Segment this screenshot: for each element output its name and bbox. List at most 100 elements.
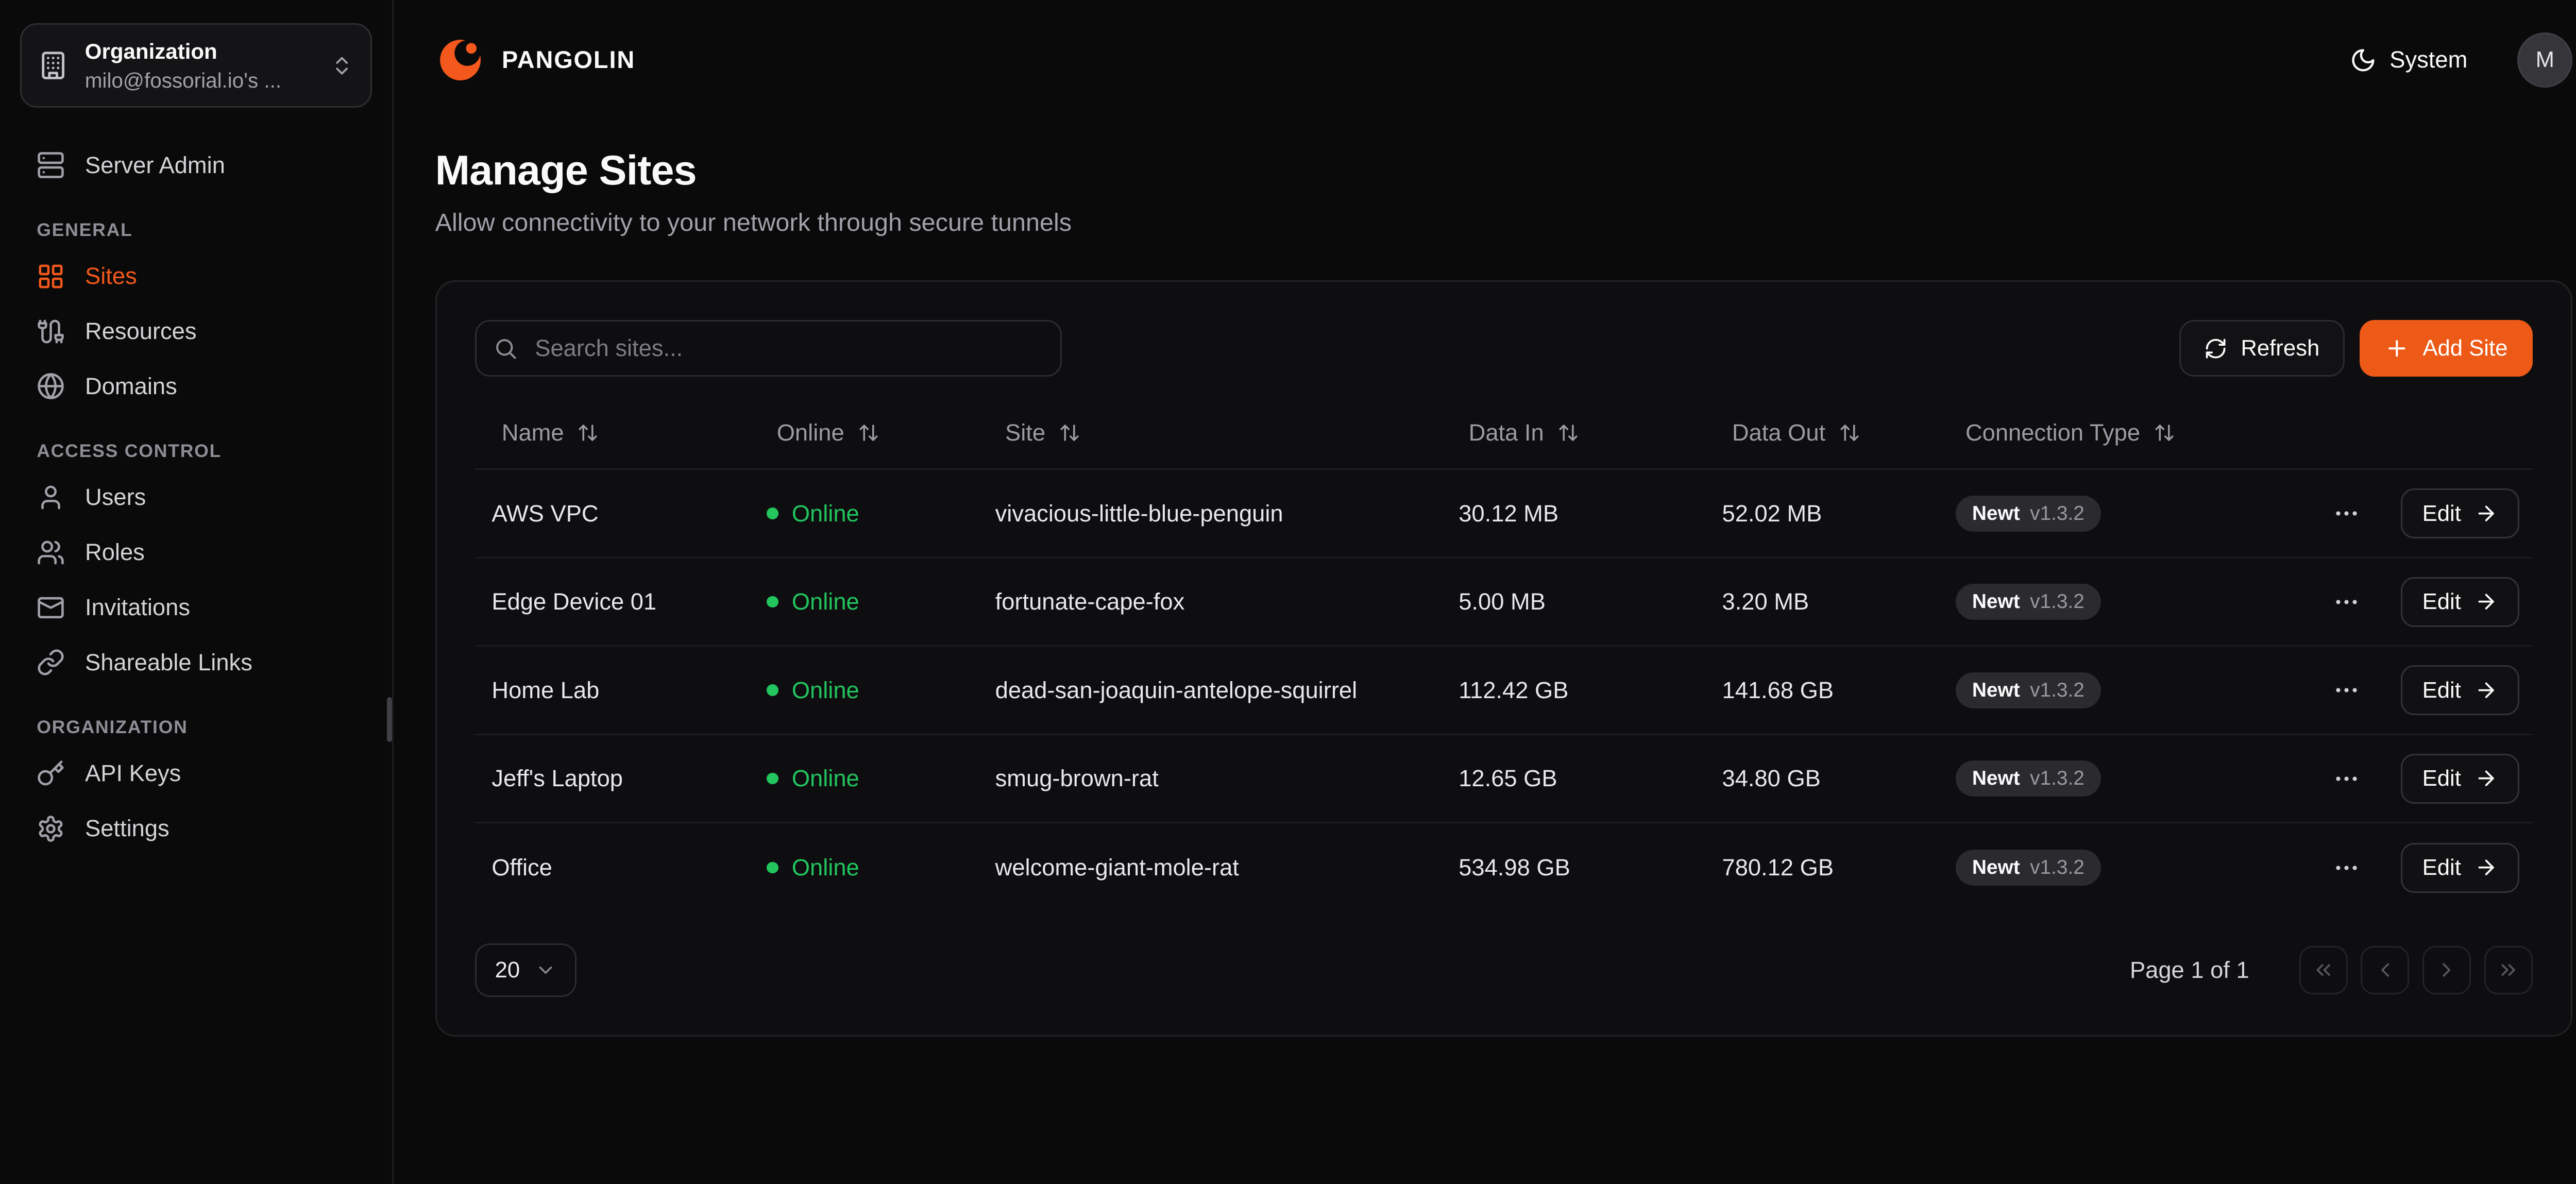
gear-icon <box>37 815 65 843</box>
sidebar-section-general: GENERAL <box>20 219 372 241</box>
site-slug-cell: smug-brown-rat <box>978 765 1442 792</box>
arrow-right-icon <box>2475 502 2498 525</box>
online-status-dot <box>767 508 778 519</box>
row-more-button[interactable] <box>2326 847 2367 889</box>
site-status-cell: Online <box>750 765 978 792</box>
avatar[interactable]: M <box>2517 32 2572 88</box>
toolbar-actions: Refresh Add Site <box>2179 320 2533 377</box>
sidebar-item-sites[interactable]: Sites <box>20 249 372 304</box>
app-root: Organization milo@fossorial.io's ... Ser… <box>0 0 2576 1184</box>
row-more-button[interactable] <box>2326 493 2367 534</box>
column-header-name[interactable]: Name <box>475 417 750 447</box>
connection-type-name: Newt <box>1972 679 2020 702</box>
sidebar-item-server-admin[interactable]: Server Admin <box>20 138 372 193</box>
edit-button[interactable]: Edit <box>2401 488 2519 538</box>
online-status-label: Online <box>792 854 859 881</box>
sidebar-item-shareable-links[interactable]: Shareable Links <box>20 635 372 690</box>
edit-button[interactable]: Edit <box>2401 754 2519 804</box>
sidebar-section-organization: ORGANIZATION <box>20 717 372 738</box>
sidebar-item-resources[interactable]: Resources <box>20 304 372 359</box>
edit-button-label: Edit <box>2422 766 2461 791</box>
row-more-button[interactable] <box>2326 581 2367 623</box>
org-value: milo@fossorial.io's ... <box>85 69 314 93</box>
online-status-label: Online <box>792 677 859 704</box>
mail-icon <box>37 594 65 622</box>
connection-type-badge: Newt v1.3.2 <box>1956 672 2102 708</box>
column-label: Name <box>502 419 564 446</box>
main-area: PANGOLIN System M Manage Sites Allow con… <box>394 0 2576 1184</box>
site-name-cell: Home Lab <box>475 677 750 704</box>
edit-button[interactable]: Edit <box>2401 665 2519 715</box>
connection-type-badge: Newt v1.3.2 <box>1956 760 2102 797</box>
server-icon <box>37 151 65 179</box>
add-site-button[interactable]: Add Site <box>2360 320 2533 377</box>
refresh-button[interactable]: Refresh <box>2179 320 2345 377</box>
chevrons-left-icon <box>2312 958 2335 982</box>
arrow-right-icon <box>2475 856 2498 879</box>
next-page-button[interactable] <box>2422 946 2471 994</box>
arrow-right-icon <box>2475 590 2498 613</box>
row-more-button[interactable] <box>2326 669 2367 711</box>
connection-type-cell: Newt v1.3.2 <box>1939 496 2226 532</box>
table-row: AWS VPC Online vivacious-little-blue-pen… <box>475 470 2533 559</box>
arrow-right-icon <box>2475 679 2498 702</box>
last-page-button[interactable] <box>2484 946 2533 994</box>
page-head: Manage Sites Allow connectivity to your … <box>394 120 2576 237</box>
column-header-online[interactable]: Online <box>750 417 978 447</box>
sidebar-scrollbar-thumb[interactable] <box>387 697 392 742</box>
column-header-connection-type[interactable]: Connection Type <box>1939 417 2226 447</box>
edit-button[interactable]: Edit <box>2401 843 2519 893</box>
brand-home-link[interactable]: PANGOLIN <box>435 35 636 85</box>
org-picker[interactable]: Organization milo@fossorial.io's ... <box>20 23 372 108</box>
column-header-site[interactable]: Site <box>978 417 1442 447</box>
first-page-button[interactable] <box>2299 946 2348 994</box>
online-status-label: Online <box>792 588 859 615</box>
page-title: Manage Sites <box>435 147 2573 195</box>
data-in-cell: 534.98 GB <box>1442 854 1705 881</box>
connection-type-cell: Newt v1.3.2 <box>1939 760 2226 797</box>
search-input[interactable] <box>532 333 1044 363</box>
site-status-cell: Online <box>750 588 978 615</box>
sidebar-item-api-keys[interactable]: API Keys <box>20 746 372 801</box>
moon-icon <box>2350 47 2377 74</box>
sort-icon <box>1839 422 1860 444</box>
site-slug-cell: fortunate-cape-fox <box>978 588 1442 615</box>
search-box[interactable] <box>475 320 1062 377</box>
column-label: Online <box>777 419 844 446</box>
sidebar-item-settings[interactable]: Settings <box>20 801 372 856</box>
edit-button[interactable]: Edit <box>2401 577 2519 627</box>
column-header-data-in[interactable]: Data In <box>1442 417 1705 447</box>
chevron-left-icon <box>2374 958 2397 982</box>
connection-type-badge: Newt v1.3.2 <box>1956 496 2102 532</box>
column-label: Data In <box>1469 419 1544 446</box>
data-in-cell: 5.00 MB <box>1442 588 1705 615</box>
connection-type-version: v1.3.2 <box>2030 767 2084 790</box>
connection-type-cell: Newt v1.3.2 <box>1939 850 2226 886</box>
sort-icon <box>1557 422 1579 444</box>
row-more-button[interactable] <box>2326 758 2367 800</box>
sidebar-item-roles[interactable]: Roles <box>20 525 372 580</box>
sidebar-item-domains[interactable]: Domains <box>20 359 372 414</box>
search-icon <box>493 336 518 361</box>
site-name-cell: Office <box>475 854 750 881</box>
sidebar-item-users[interactable]: Users <box>20 470 372 525</box>
connection-type-version: v1.3.2 <box>2030 856 2084 879</box>
sidebar-item-label: Sites <box>85 262 137 290</box>
org-text: Organization milo@fossorial.io's ... <box>85 38 314 93</box>
edit-button-label: Edit <box>2422 855 2461 881</box>
add-site-label: Add Site <box>2422 337 2507 360</box>
sidebar-item-invitations[interactable]: Invitations <box>20 580 372 635</box>
chevrons-right-icon <box>2497 958 2520 982</box>
connection-type-version: v1.3.2 <box>2030 590 2084 613</box>
data-out-cell: 3.20 MB <box>1705 588 1939 615</box>
page-size-select[interactable]: 20 <box>475 943 577 997</box>
sidebar-item-label: Settings <box>85 815 170 842</box>
column-header-data-out[interactable]: Data Out <box>1705 417 1939 447</box>
topbar: PANGOLIN System M <box>394 0 2576 120</box>
online-status-dot <box>767 862 778 874</box>
prev-page-button[interactable] <box>2361 946 2409 994</box>
theme-toggle[interactable]: System <box>2340 45 2477 75</box>
table-footer: 20 Page 1 of 1 <box>475 943 2533 997</box>
row-actions-cell: Edit <box>2226 754 2533 804</box>
chevron-right-icon <box>2435 958 2458 982</box>
